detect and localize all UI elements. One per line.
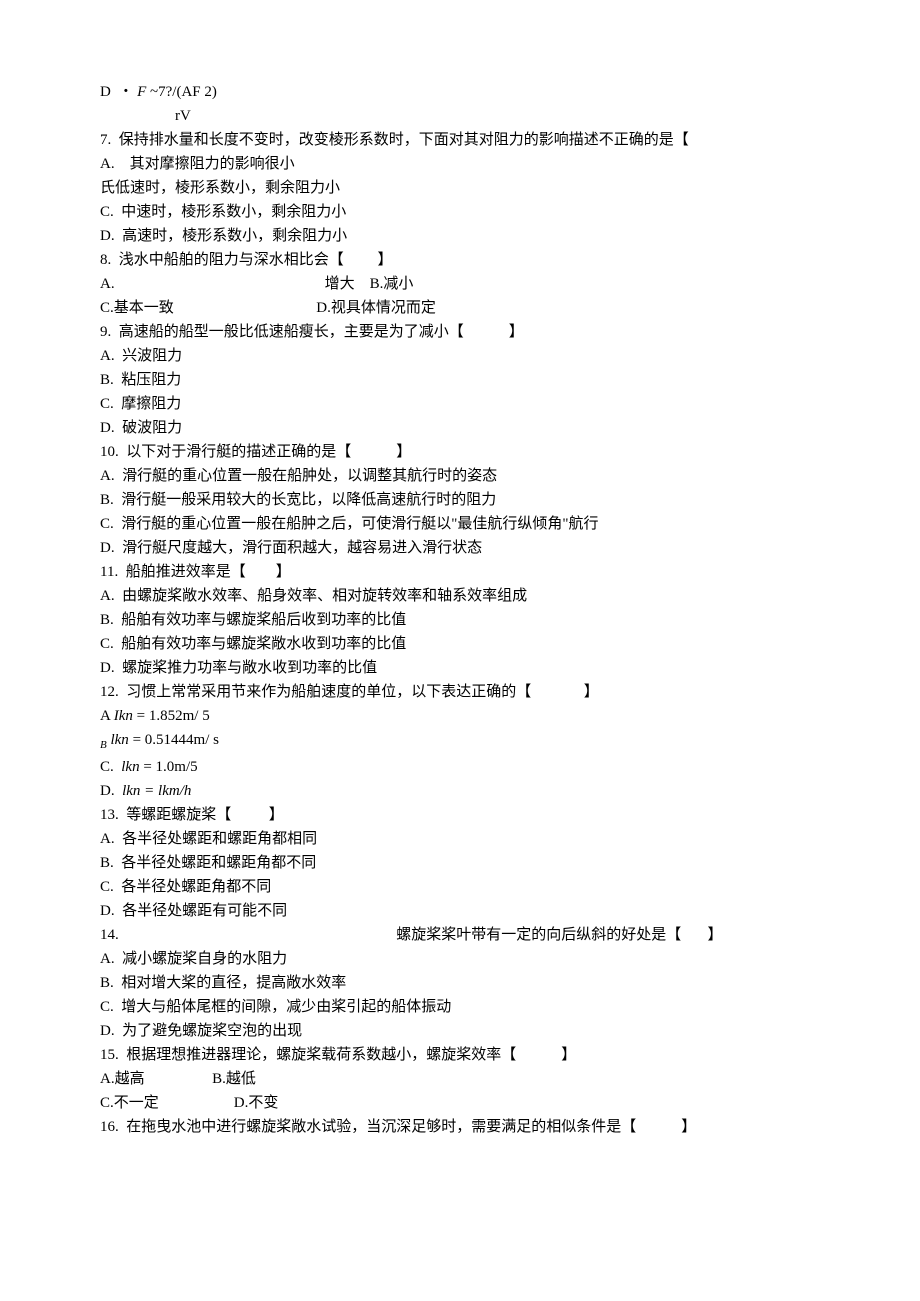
text-line: A.越高 B.越低 bbox=[100, 1067, 820, 1091]
text-line: A. 增大 B.减小 bbox=[100, 272, 820, 296]
text-line: D. 各半径处螺距有可能不同 bbox=[100, 899, 820, 923]
text-line: 16. 在拖曳水池中进行螺旋桨敞水试验，当沉深足够时，需要满足的相似条件是【 】 bbox=[100, 1115, 820, 1139]
text-line: 13. 等螺距螺旋桨【 】 bbox=[100, 803, 820, 827]
text-line: C. 各半径处螺距角都不同 bbox=[100, 875, 820, 899]
text-line: C. 滑行艇的重心位置一般在船肿之后，可使滑行艇以"最佳航行纵倾角"航行 bbox=[100, 512, 820, 536]
text-line: 15. 根据理想推进器理论，螺旋桨载荷系数越小，螺旋桨效率【 】 bbox=[100, 1043, 820, 1067]
text-line: A Ikn = 1.852m/ 5 bbox=[100, 704, 820, 728]
text-line: A. 各半径处螺距和螺距角都相同 bbox=[100, 827, 820, 851]
text-line: B. 相对增大桨的直径，提高敞水效率 bbox=[100, 971, 820, 995]
text-line: C.不一定 D.不变 bbox=[100, 1091, 820, 1115]
text-line: D ・ F ~7?/(AF 2) bbox=[100, 80, 820, 104]
text-line: C. 船舶有效功率与螺旋桨敞水收到功率的比值 bbox=[100, 632, 820, 656]
text-line: B. 滑行艇一般采用较大的长宽比，以降低高速航行时的阻力 bbox=[100, 488, 820, 512]
text-line: D. 破波阻力 bbox=[100, 416, 820, 440]
text-line: D. 螺旋桨推力功率与敞水收到功率的比值 bbox=[100, 656, 820, 680]
text-line: C. 增大与船体尾框的间隙，减少由桨引起的船体振动 bbox=[100, 995, 820, 1019]
text-line: B. 船舶有效功率与螺旋桨船后收到功率的比值 bbox=[100, 608, 820, 632]
text-line: C. 中速时，棱形系数小，剩余阻力小 bbox=[100, 200, 820, 224]
text-line: A. 滑行艇的重心位置一般在船肿处，以调整其航行时的姿态 bbox=[100, 464, 820, 488]
text-line: 氏低速时，棱形系数小，剩余阻力小 bbox=[100, 176, 820, 200]
text-line: 10. 以下对于滑行艇的描述正确的是【 】 bbox=[100, 440, 820, 464]
text-line: C. lkn = 1.0m/5 bbox=[100, 755, 820, 779]
text-line: B. 各半径处螺距和螺距角都不同 bbox=[100, 851, 820, 875]
document-body: D ・ F ~7?/(AF 2) rV7. 保持排水量和长度不变时，改变棱形系数… bbox=[100, 80, 820, 1139]
text-line: D. 为了避免螺旋桨空泡的出现 bbox=[100, 1019, 820, 1043]
text-line: A. 兴波阻力 bbox=[100, 344, 820, 368]
text-line: A. 减小螺旋桨自身的水阻力 bbox=[100, 947, 820, 971]
text-line: 8. 浅水中船舶的阻力与深水相比会【 】 bbox=[100, 248, 820, 272]
text-line: B lkn = 0.51444m/ s bbox=[100, 728, 820, 755]
text-line: 12. 习惯上常常采用节来作为船舶速度的单位，以下表达正确的【 】 bbox=[100, 680, 820, 704]
text-line: A. 其对摩擦阻力的影响很小 bbox=[100, 152, 820, 176]
text-line: D. lkn = lkm/h bbox=[100, 779, 820, 803]
text-line: B. 粘压阻力 bbox=[100, 368, 820, 392]
text-line: rV bbox=[100, 104, 820, 128]
text-line: 7. 保持排水量和长度不变时，改变棱形系数时，下面对其对阻力的影响描述不正确的是… bbox=[100, 128, 820, 152]
text-line: 14. 螺旋桨桨叶带有一定的向后纵斜的好处是【 】 bbox=[100, 923, 820, 947]
text-line: D. 高速时，棱形系数小，剩余阻力小 bbox=[100, 224, 820, 248]
text-line: C.基本一致 D.视具体情况而定 bbox=[100, 296, 820, 320]
text-line: 9. 高速船的船型一般比低速船瘦长，主要是为了减小【 】 bbox=[100, 320, 820, 344]
text-line: 11. 船舶推进效率是【 】 bbox=[100, 560, 820, 584]
text-line: A. 由螺旋桨敞水效率、船身效率、相对旋转效率和轴系效率组成 bbox=[100, 584, 820, 608]
text-line: C. 摩擦阻力 bbox=[100, 392, 820, 416]
text-line: D. 滑行艇尺度越大，滑行面积越大，越容易进入滑行状态 bbox=[100, 536, 820, 560]
